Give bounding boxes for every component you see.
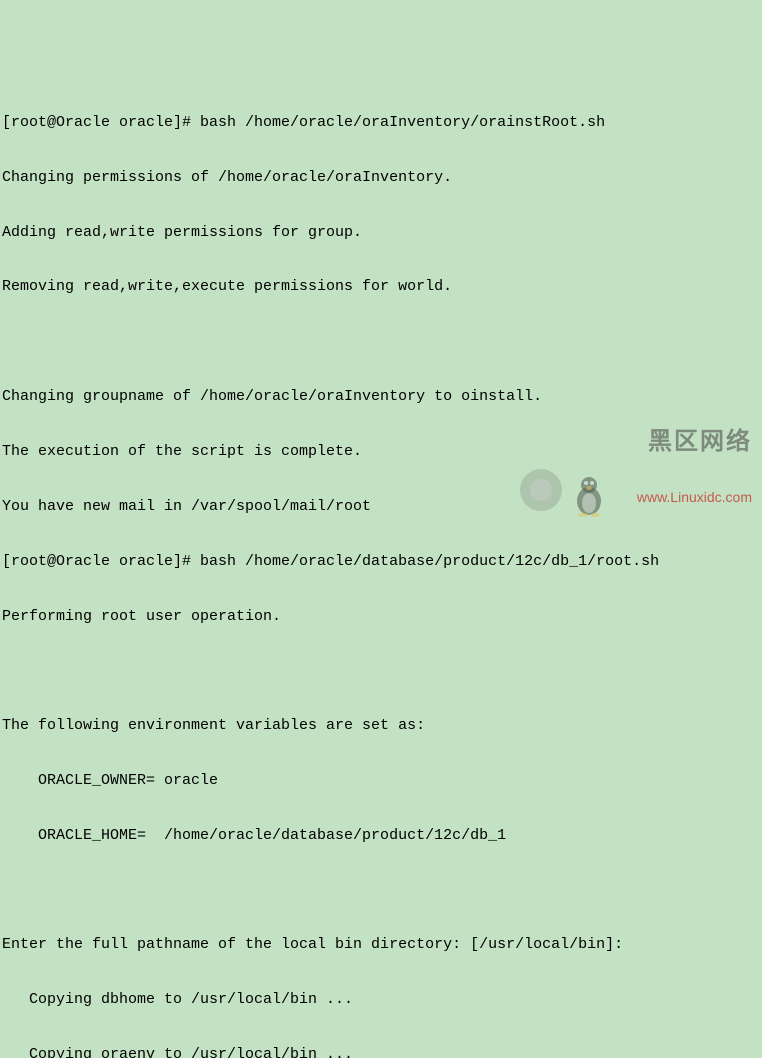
watermark: 黑区网络 www.Linuxidc.com [637,390,752,524]
terminal-output[interactable]: [root@Oracle oracle]# bash /home/oracle/… [2,77,760,1058]
terminal-line: Copying oraenv to /usr/local/bin ... [2,1046,760,1058]
terminal-line: [root@Oracle oracle]# bash /home/oracle/… [2,553,760,571]
penguin-icon [571,475,607,517]
terminal-line [2,882,760,900]
terminal-line: ORACLE_OWNER= oracle [2,772,760,790]
terminal-line: ORACLE_HOME= /home/oracle/database/produ… [2,827,760,845]
terminal-line: Performing root user operation. [2,608,760,626]
terminal-line: Changing permissions of /home/oracle/ora… [2,169,760,187]
terminal-line: Copying dbhome to /usr/local/bin ... [2,991,760,1009]
terminal-line: Removing read,write,execute permissions … [2,278,760,296]
terminal-line [2,662,760,680]
terminal-line: Enter the full pathname of the local bin… [2,936,760,954]
terminal-line [2,333,760,351]
mascot-icon [520,469,562,511]
watermark-url: www.Linuxidc.com [637,489,752,506]
watermark-title: 黑区网络 [637,427,752,456]
terminal-line: The following environment variables are … [2,717,760,735]
terminal-line: [root@Oracle oracle]# bash /home/oracle/… [2,114,760,132]
terminal-line: Adding read,write permissions for group. [2,224,760,242]
